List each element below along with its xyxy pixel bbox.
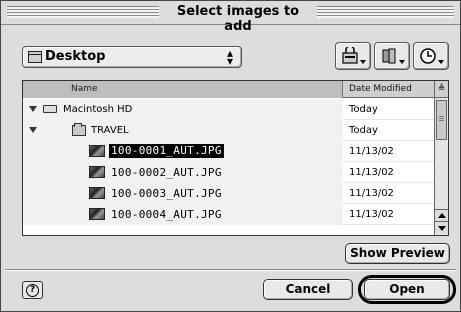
list-item[interactable]: Macintosh HD Today xyxy=(23,99,434,120)
file-name: 100-0003_AUT.JPG xyxy=(111,187,222,200)
hard-drive-icon xyxy=(43,105,57,113)
file-date: Today xyxy=(349,104,378,115)
file-date: 11/13/02 xyxy=(349,188,394,199)
image-thumbnail-icon xyxy=(89,208,105,220)
image-thumbnail-icon xyxy=(89,187,105,199)
drive-button[interactable] xyxy=(335,42,371,70)
list-item[interactable]: 100-0002_AUT.JPG 11/13/02 xyxy=(23,162,434,183)
dialog-title: Select images to add xyxy=(176,4,300,34)
folder-icon xyxy=(72,123,86,136)
chevron-down-icon xyxy=(399,60,405,64)
list-item[interactable]: 100-0004_AUT.JPG 11/13/02 xyxy=(23,204,434,225)
disclosure-open-icon[interactable] xyxy=(29,127,37,133)
list-item[interactable]: 100-0001_AUT.JPG 11/13/02 xyxy=(23,141,434,162)
open-button[interactable]: Open xyxy=(364,279,450,300)
title-bar-stripes-left xyxy=(7,6,159,18)
divider xyxy=(5,269,456,271)
scroll-up-icon[interactable] xyxy=(435,209,448,221)
desktop-icon xyxy=(28,51,42,63)
popup-arrows-icon: ▴ ▾ xyxy=(226,46,234,68)
file-date: 11/13/02 xyxy=(349,209,394,220)
file-date: 11/13/02 xyxy=(349,167,394,178)
file-name: 100-0001_AUT.JPG xyxy=(109,144,224,158)
scroll-down-icon[interactable] xyxy=(435,221,448,233)
disclosure-open-icon[interactable] xyxy=(29,106,37,112)
recent-button[interactable] xyxy=(413,42,449,70)
sort-direction-icon[interactable]: ≜ xyxy=(434,81,448,98)
file-date: 11/13/02 xyxy=(349,146,394,157)
help-icon: ? xyxy=(26,284,39,297)
list-item[interactable]: 100-0003_AUT.JPG 11/13/02 xyxy=(23,183,434,204)
help-button[interactable]: ? xyxy=(22,281,43,299)
shortcut-button[interactable] xyxy=(374,42,410,70)
file-name: Macintosh HD xyxy=(63,104,133,115)
chevron-down-icon xyxy=(360,60,366,64)
cancel-button[interactable]: Cancel xyxy=(263,279,353,300)
file-rows: Macintosh HD Today TRAVEL Today 100-0001… xyxy=(23,99,434,225)
title-bar[interactable]: Select images to add xyxy=(1,1,460,34)
list-item[interactable]: TRAVEL Today xyxy=(23,120,434,141)
column-header-name[interactable]: Name xyxy=(23,81,343,98)
location-label: Desktop xyxy=(45,49,106,64)
shortcut-icon xyxy=(382,48,396,64)
column-header-date-modified[interactable]: Date Modified xyxy=(343,81,434,98)
file-browser-list[interactable]: Name Date Modified ≜ Macintosh HD Today … xyxy=(22,80,449,236)
show-preview-button[interactable]: Show Preview xyxy=(345,243,450,264)
file-name: TRAVEL xyxy=(91,125,129,136)
vertical-scrollbar[interactable] xyxy=(434,98,448,235)
file-name: 100-0002_AUT.JPG xyxy=(111,166,222,179)
drive-icon xyxy=(342,47,358,64)
location-popup[interactable]: Desktop ▴ ▾ xyxy=(22,46,242,68)
title-bar-stripes-right xyxy=(317,6,454,18)
recent-clock-icon xyxy=(420,48,436,64)
file-name: 100-0004_AUT.JPG xyxy=(111,208,222,221)
scroll-thumb[interactable] xyxy=(436,100,447,140)
list-header: Name Date Modified xyxy=(23,81,434,98)
chevron-down-icon xyxy=(438,60,444,64)
open-file-dialog: Select images to add Desktop ▴ ▾ Name Da… xyxy=(0,0,461,312)
image-thumbnail-icon xyxy=(89,166,105,178)
file-date: Today xyxy=(349,125,378,136)
image-thumbnail-icon xyxy=(89,145,105,157)
